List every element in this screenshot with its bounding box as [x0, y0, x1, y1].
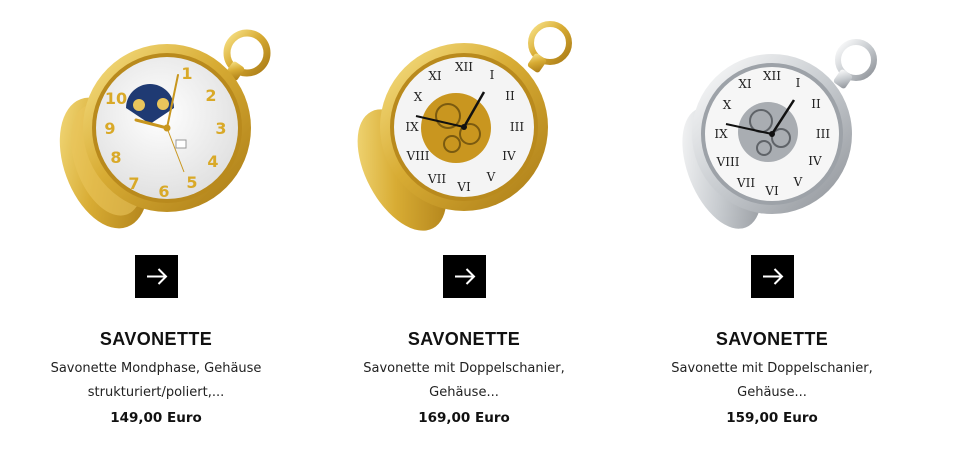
- svg-text:7: 7: [128, 174, 139, 193]
- product-card: XII III VI IX I II IV V VII VIII X XI SA…: [622, 0, 922, 458]
- product-detail-button[interactable]: [751, 255, 794, 298]
- svg-text:VII: VII: [736, 176, 755, 190]
- product-image-silver-skeleton-watch[interactable]: XII III VI IX I II IV V VII VIII X XI: [622, 0, 922, 240]
- svg-text:IX: IX: [405, 120, 419, 134]
- svg-text:VI: VI: [456, 180, 471, 194]
- svg-text:1: 1: [181, 64, 192, 83]
- svg-text:II: II: [505, 89, 515, 103]
- product-description: Savonette mit Doppelschanier, Gehäuse...: [363, 361, 565, 400]
- svg-text:VIII: VIII: [716, 155, 740, 169]
- svg-text:3: 3: [215, 119, 226, 138]
- svg-text:V: V: [793, 175, 803, 189]
- svg-text:IV: IV: [502, 149, 516, 163]
- svg-text:XII: XII: [455, 60, 473, 74]
- svg-text:9: 9: [104, 119, 115, 138]
- svg-text:XI: XI: [428, 69, 442, 83]
- svg-text:II: II: [811, 97, 821, 111]
- product-title[interactable]: SAVONETTE: [622, 327, 922, 351]
- svg-text:4: 4: [207, 152, 218, 171]
- arrow-right-icon: [455, 268, 476, 285]
- product-price: 169,00 Euro: [418, 410, 510, 426]
- product-detail-button[interactable]: [443, 255, 486, 298]
- product-grid: 1 2 3 4 5 6 7 8 9 10 SAVONETTE Savonette…: [0, 0, 953, 458]
- product-card: XII III VI IX I II IV V VII VIII X XI SA…: [314, 0, 614, 458]
- svg-text:III: III: [510, 120, 524, 134]
- svg-text:VIII: VIII: [406, 149, 430, 163]
- svg-text:XII: XII: [763, 69, 781, 83]
- svg-text:V: V: [486, 170, 496, 184]
- product-detail-button[interactable]: [135, 255, 178, 298]
- svg-text:X: X: [414, 90, 423, 104]
- svg-text:8: 8: [110, 148, 121, 167]
- product-price: 149,00 Euro: [110, 410, 202, 426]
- product-title[interactable]: SAVONETTE: [6, 327, 306, 351]
- svg-text:6: 6: [158, 182, 169, 201]
- svg-text:I: I: [796, 76, 801, 90]
- arrow-right-icon: [147, 268, 168, 285]
- svg-text:IV: IV: [808, 154, 822, 168]
- svg-text:IX: IX: [714, 127, 728, 141]
- svg-text:VII: VII: [427, 172, 446, 186]
- product-description: Savonette mit Doppelschanier, Gehäuse...: [671, 361, 873, 400]
- svg-text:X: X: [723, 98, 732, 112]
- product-card: 1 2 3 4 5 6 7 8 9 10 SAVONETTE Savonette…: [6, 0, 306, 458]
- product-title[interactable]: SAVONETTE: [314, 327, 614, 351]
- svg-text:5: 5: [186, 173, 197, 192]
- product-image-gold-moonphase-watch[interactable]: 1 2 3 4 5 6 7 8 9 10: [6, 0, 306, 240]
- svg-text:III: III: [816, 127, 830, 141]
- svg-text:2: 2: [205, 86, 216, 105]
- product-price: 159,00 Euro: [726, 410, 818, 426]
- svg-text:10: 10: [105, 89, 127, 108]
- product-description: Savonette Mondphase, Gehäuse strukturier…: [50, 361, 262, 400]
- arrow-right-icon: [763, 268, 784, 285]
- svg-text:I: I: [490, 68, 495, 82]
- svg-text:VI: VI: [764, 184, 779, 198]
- svg-text:XI: XI: [738, 77, 752, 91]
- product-image-gold-skeleton-watch[interactable]: XII III VI IX I II IV V VII VIII X XI: [314, 0, 614, 240]
